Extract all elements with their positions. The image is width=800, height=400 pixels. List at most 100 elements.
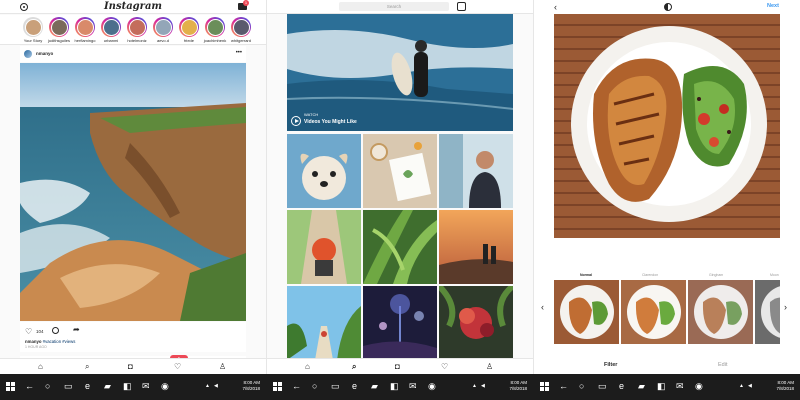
explore-tile[interactable] xyxy=(287,210,361,284)
explore-tile[interactable] xyxy=(287,134,361,208)
task-view-icon[interactable]: ▭ xyxy=(331,381,340,391)
volume-icon[interactable]: ◀ xyxy=(214,383,218,389)
file-explorer-icon[interactable]: ▰ xyxy=(371,381,378,391)
volume-icon[interactable]: ◀ xyxy=(481,383,485,389)
story-item[interactable]: friede xyxy=(176,17,202,43)
search-icon[interactable]: ⌕ xyxy=(85,362,89,372)
story-item[interactable]: Your Story xyxy=(20,17,46,43)
tab-edit[interactable]: Edit xyxy=(718,362,727,368)
video-tile[interactable]: WATCH Videos You Might Like xyxy=(287,14,513,131)
app-icon[interactable]: ◉ xyxy=(695,381,703,391)
clock[interactable]: 8:00 AM 7/8/2018 xyxy=(226,380,260,392)
contrast-icon[interactable] xyxy=(664,3,672,11)
profile-icon[interactable]: ♙ xyxy=(486,362,493,372)
home-icon[interactable]: ⌂ xyxy=(305,362,310,372)
back-arrow-icon[interactable]: ← xyxy=(559,381,568,391)
windows-start-icon[interactable] xyxy=(6,382,15,391)
network-icon[interactable]: ▲ xyxy=(739,383,744,389)
profile-icon[interactable]: ♙ xyxy=(219,362,226,372)
story-item[interactable]: hotelmoniz xyxy=(124,17,150,43)
search-icon[interactable]: ○ xyxy=(312,381,317,391)
mail-icon[interactable]: ✉ xyxy=(676,381,684,391)
share-icon[interactable]: ➦ xyxy=(73,325,80,334)
mail-icon[interactable]: ✉ xyxy=(142,381,150,391)
explore-tile[interactable] xyxy=(439,134,513,208)
filter-thumbnail[interactable] xyxy=(688,280,753,344)
search-icon[interactable]: ○ xyxy=(579,381,584,391)
task-view-icon[interactable]: ▭ xyxy=(64,381,73,391)
file-explorer-icon[interactable]: ▰ xyxy=(638,381,645,391)
post-image[interactable] xyxy=(20,63,246,321)
feed-top-bar: Instagram 1 xyxy=(0,0,266,14)
stories-tray: Your Story judithsguiles herflamingo urbanm… xyxy=(0,15,266,45)
explore-tile[interactable] xyxy=(363,286,437,360)
video-title[interactable]: Videos You Might Like xyxy=(304,119,357,125)
search-icon[interactable]: ⌕ xyxy=(352,362,356,372)
camera-icon[interactable]: ◘ xyxy=(395,362,400,372)
story-ring xyxy=(205,17,225,37)
igtv-icon[interactable] xyxy=(457,2,466,11)
network-icon[interactable]: ▲ xyxy=(205,383,210,389)
scroll-left-icon[interactable]: ‹ xyxy=(541,302,544,312)
store-icon[interactable]: ◧ xyxy=(390,381,399,391)
scroll-right-icon[interactable]: › xyxy=(784,302,787,312)
volume-icon[interactable]: ◀ xyxy=(748,383,752,389)
next-button[interactable]: Next xyxy=(767,3,779,9)
heart-icon[interactable]: ♡ xyxy=(441,362,448,372)
caption-username[interactable]: nmanyo xyxy=(25,339,41,344)
search-icon[interactable]: ○ xyxy=(45,381,50,391)
mail-icon[interactable]: ✉ xyxy=(409,381,417,391)
filter-name[interactable]: Gingham xyxy=(709,273,723,277)
filter-name[interactable]: Normal xyxy=(580,273,592,277)
edge-icon[interactable]: e xyxy=(85,381,90,391)
clock[interactable]: 8:00 AM 7/8/2018 xyxy=(760,380,794,392)
taskbar-segment: ← ○ ▭ e ▰ ◧ ✉ ◉ ▲ ◀ 8:00 AM 7/8/2018 xyxy=(267,374,533,400)
more-options-icon[interactable]: ••• xyxy=(236,50,242,56)
windows-start-icon[interactable] xyxy=(540,382,549,391)
explore-tile[interactable] xyxy=(287,286,361,360)
explore-tile[interactable] xyxy=(439,286,513,360)
network-icon[interactable]: ▲ xyxy=(472,383,477,389)
play-icon[interactable] xyxy=(291,116,301,126)
edge-icon[interactable]: e xyxy=(619,381,624,391)
file-explorer-icon[interactable]: ▰ xyxy=(104,381,111,391)
back-arrow-icon[interactable]: ‹ xyxy=(554,2,557,12)
like-heart-icon[interactable]: ♡ xyxy=(25,327,32,336)
story-item[interactable]: aevo.d xyxy=(150,17,176,43)
caption-hashtags[interactable]: #vacation #views xyxy=(43,339,76,344)
clock-date: 7/8/2018 xyxy=(509,386,527,391)
search-input[interactable]: Search xyxy=(339,2,449,11)
app-icon[interactable]: ◉ xyxy=(161,381,169,391)
story-item[interactable]: whitgerrard xyxy=(228,17,254,43)
store-icon[interactable]: ◧ xyxy=(657,381,666,391)
filter-thumbnail[interactable] xyxy=(554,280,619,344)
back-arrow-icon[interactable]: ← xyxy=(25,381,34,391)
back-arrow-icon[interactable]: ← xyxy=(292,381,301,391)
filter-thumbnail[interactable] xyxy=(755,280,780,344)
heart-icon[interactable]: ♡ xyxy=(174,362,181,372)
explore-tile[interactable] xyxy=(363,210,437,284)
task-view-icon[interactable]: ▭ xyxy=(598,381,607,391)
avatar[interactable] xyxy=(24,50,32,58)
filter-name[interactable]: Clarendon xyxy=(642,273,658,277)
tab-filter[interactable]: Filter xyxy=(604,362,617,368)
comment-icon[interactable] xyxy=(52,327,59,334)
explore-pane: Search WATCH Videos You Might Like ⌂ ⌕ ◘… xyxy=(267,0,533,374)
explore-tile[interactable] xyxy=(439,210,513,284)
explore-tile[interactable] xyxy=(363,134,437,208)
edge-icon[interactable]: e xyxy=(352,381,357,391)
story-item[interactable]: urbanmi xyxy=(98,17,124,43)
story-item[interactable]: herflamingo xyxy=(72,17,98,43)
store-icon[interactable]: ◧ xyxy=(123,381,132,391)
windows-start-icon[interactable] xyxy=(273,382,282,391)
camera-icon[interactable]: ◘ xyxy=(128,362,133,372)
filter-name[interactable]: Moon xyxy=(770,273,779,277)
app-icon[interactable]: ◉ xyxy=(428,381,436,391)
post-username[interactable]: nmanyo xyxy=(36,51,53,56)
story-item[interactable]: judithsguiles xyxy=(46,17,72,43)
story-item[interactable]: joachimhenk xyxy=(202,17,228,43)
home-icon[interactable]: ⌂ xyxy=(38,362,43,372)
story-username: judithsguiles xyxy=(47,38,70,43)
clock[interactable]: 8:00 AM 7/8/2018 xyxy=(493,380,527,392)
filter-thumbnail[interactable] xyxy=(621,280,686,344)
